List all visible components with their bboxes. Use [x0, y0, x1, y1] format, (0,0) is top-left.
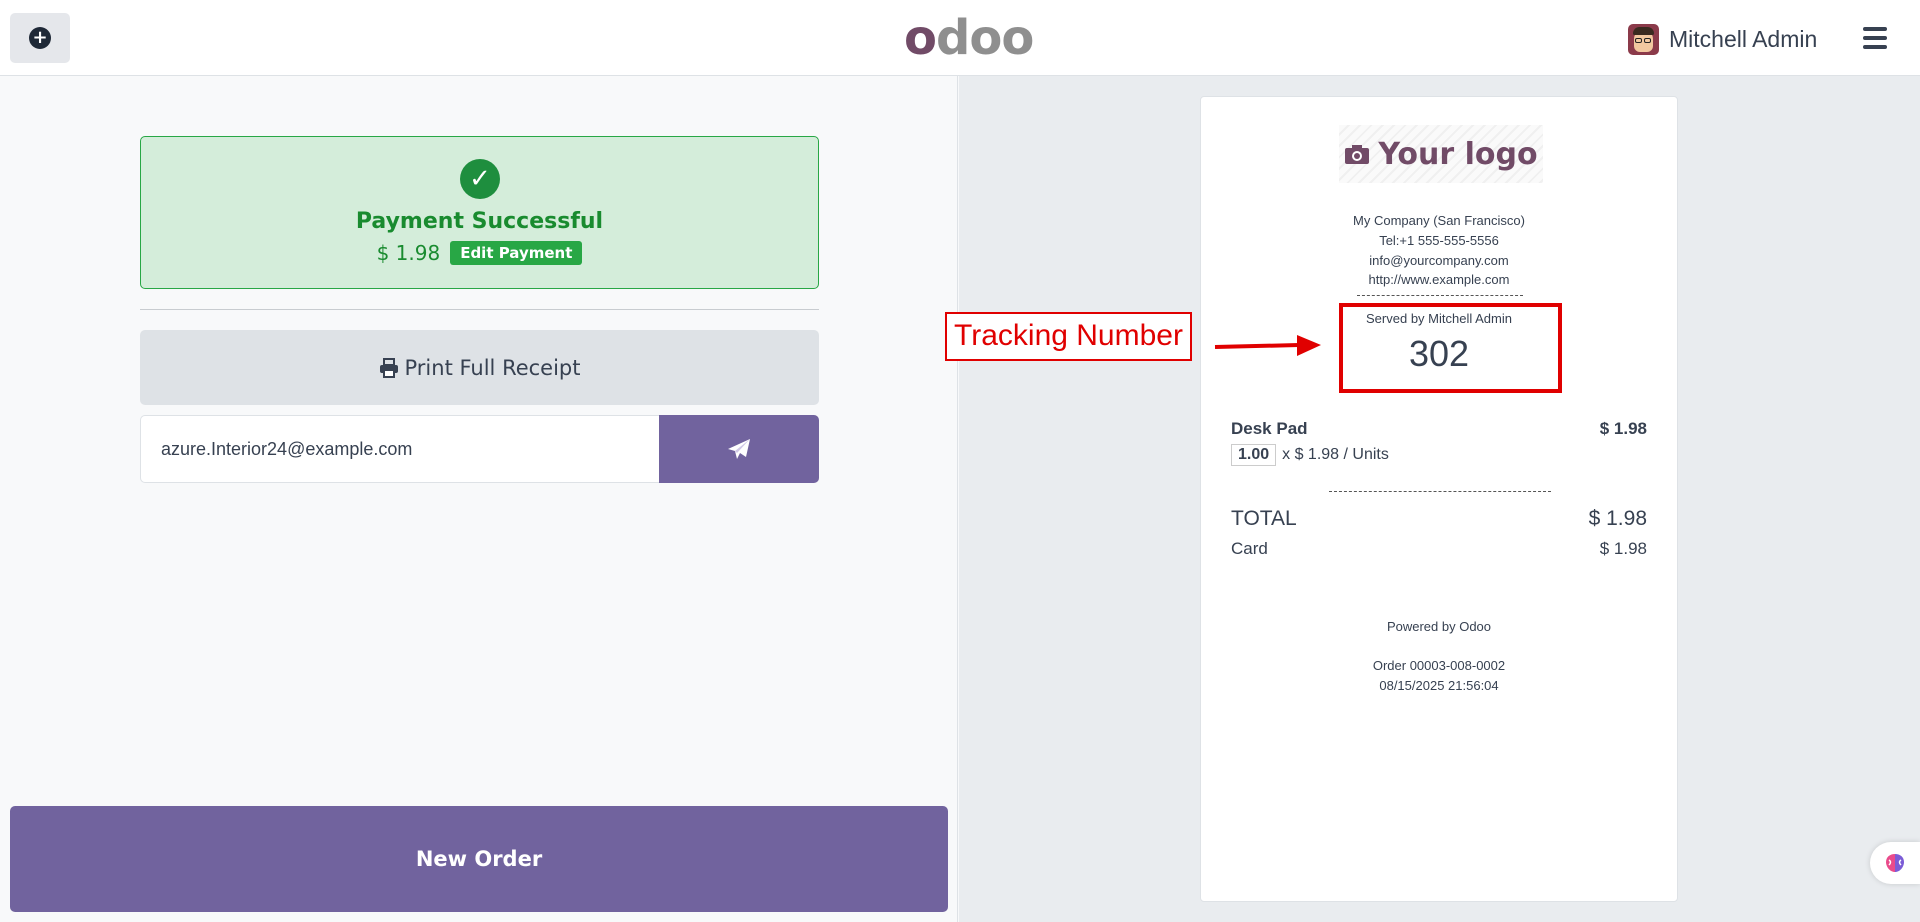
- avatar: [1628, 23, 1659, 55]
- receipt-logo[interactable]: Your logo: [1339, 125, 1543, 183]
- user-name: Mitchell Admin: [1669, 25, 1818, 52]
- payment-status-title: Payment Successful: [355, 209, 604, 234]
- receipt-panel: Your logo My Company (San Francisco) Tel…: [959, 76, 1920, 922]
- powered-by: Powered by Odoo: [1386, 619, 1492, 634]
- new-order-button[interactable]: New Order: [10, 806, 948, 912]
- paper-plane-icon: [728, 439, 750, 459]
- line-quantity-row: 1.00 x $ 1.98 / Units: [1231, 444, 1389, 466]
- email-input[interactable]: [140, 415, 659, 483]
- line-quantity: 1.00: [1231, 444, 1277, 466]
- total-value: $ 1.98: [1588, 507, 1647, 530]
- order-date: 08/15/2025 21:56:04: [1379, 678, 1499, 693]
- menu-icon[interactable]: [1863, 27, 1887, 49]
- payment-success-card: ✓ Payment Successful $ 1.98 Edit Payment: [140, 136, 819, 289]
- plus-circle-icon: +: [29, 27, 51, 49]
- company-phone: Tel:+1 555-555-5556: [1379, 233, 1499, 248]
- payment-amount: $ 1.98: [376, 241, 441, 265]
- email-receipt-row: [140, 415, 819, 483]
- brain-icon: [1886, 854, 1904, 872]
- annotation-label: Tracking Number: [945, 312, 1192, 361]
- top-bar: + odoo Mitchell Admin: [0, 0, 1920, 76]
- print-receipt-label: Print Full Receipt: [404, 355, 581, 380]
- receipt: Your logo My Company (San Francisco) Tel…: [1200, 96, 1678, 902]
- logo-placeholder-text: Your logo: [1378, 136, 1538, 172]
- ai-assistant-button[interactable]: [1870, 842, 1920, 884]
- line-product-name: Desk Pad: [1231, 419, 1308, 438]
- divider: [1357, 295, 1523, 296]
- company-website: http://www.example.com: [1368, 272, 1510, 287]
- line-unit-price: x $ 1.98 / Units: [1282, 446, 1389, 463]
- annotation-arrow-icon: [1214, 335, 1321, 356]
- divider: [1329, 491, 1551, 492]
- annotation-highlight-box: [1339, 303, 1562, 393]
- payment-method: Card: [1231, 539, 1268, 558]
- user-menu[interactable]: Mitchell Admin: [1628, 22, 1817, 56]
- camera-icon: [1345, 145, 1370, 164]
- payment-method-amount: $ 1.98: [1599, 539, 1647, 558]
- divider: [140, 309, 819, 310]
- total-label: TOTAL: [1231, 507, 1297, 530]
- odoo-logo: odoo: [904, 10, 1034, 66]
- line-product-price: $ 1.98: [1599, 419, 1647, 438]
- add-order-button[interactable]: +: [10, 13, 70, 63]
- order-reference: Order 00003-008-0002: [1372, 658, 1506, 673]
- print-receipt-button[interactable]: Print Full Receipt: [140, 330, 819, 405]
- send-email-button[interactable]: [659, 415, 819, 483]
- payment-panel: ✓ Payment Successful $ 1.98 Edit Payment…: [0, 76, 958, 922]
- printer-icon: [379, 357, 398, 378]
- check-circle-icon: ✓: [460, 159, 500, 199]
- edit-payment-button[interactable]: Edit Payment: [450, 241, 583, 265]
- company-email: info@yourcompany.com: [1369, 253, 1509, 268]
- company-name: My Company (San Francisco): [1353, 213, 1525, 228]
